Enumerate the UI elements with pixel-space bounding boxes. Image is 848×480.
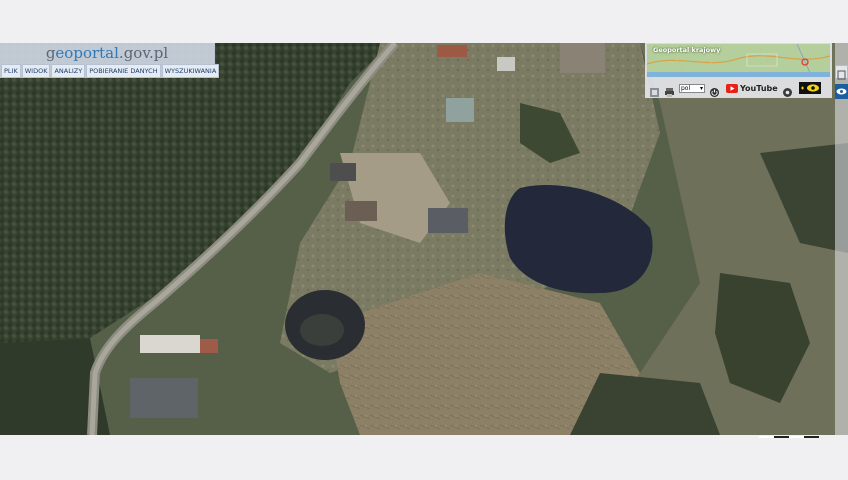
youtube-icon bbox=[726, 83, 738, 93]
eye-icon bbox=[836, 88, 847, 95]
scale-bar bbox=[759, 424, 819, 438]
logo-text-domain: .gov.pl bbox=[118, 44, 169, 62]
toolbar: pol ▾ YouTube bbox=[645, 80, 832, 97]
layers-icon[interactable] bbox=[649, 83, 660, 97]
settings-icon[interactable] bbox=[782, 83, 793, 97]
overview-title: Geoportal krajowy bbox=[653, 46, 721, 54]
menu-item-view[interactable]: WIDOK bbox=[21, 64, 51, 78]
language-value: pol bbox=[681, 84, 691, 92]
orthophoto-imagery bbox=[0, 43, 848, 435]
chevron-down-icon: ▾ bbox=[699, 84, 703, 92]
overview-panel: Geoportal krajowy pol ▾ YouTube bbox=[645, 43, 832, 98]
visibility-button[interactable] bbox=[835, 84, 848, 99]
logo-text-portal: portal bbox=[73, 44, 119, 62]
logo-text-g: g bbox=[45, 44, 56, 62]
eye-toggle-button[interactable] bbox=[798, 82, 821, 94]
print-icon[interactable] bbox=[664, 83, 675, 97]
menu-item-search[interactable]: WYSZUKIWANIA bbox=[161, 64, 220, 78]
menu-item-file[interactable]: PLIK bbox=[1, 64, 21, 78]
expand-icon bbox=[837, 70, 846, 80]
side-toolbar bbox=[835, 43, 848, 435]
youtube-label: YouTube bbox=[740, 83, 778, 93]
youtube-link[interactable]: YouTube bbox=[726, 83, 778, 93]
language-select[interactable]: pol ▾ bbox=[679, 83, 705, 93]
expand-button[interactable] bbox=[835, 65, 848, 80]
menu-item-analysis[interactable]: ANALIZY bbox=[51, 64, 86, 78]
power-icon[interactable] bbox=[709, 83, 720, 97]
geoportal-logo[interactable]: geoportal.gov.pl bbox=[0, 44, 214, 62]
menu-item-download-data[interactable]: POBIERANIE DANYCH bbox=[86, 64, 161, 78]
eye-icon bbox=[800, 84, 819, 92]
geoportal-header: geoportal.gov.pl PLIK WIDOK ANALIZY POBI… bbox=[0, 43, 220, 78]
aerial-map[interactable] bbox=[0, 43, 848, 435]
logo-text-eo: eo bbox=[55, 44, 74, 62]
overview-map[interactable]: Geoportal krajowy bbox=[647, 44, 830, 77]
main-menu: PLIK WIDOK ANALIZY POBIERANIE DANYCH WYS… bbox=[0, 64, 220, 78]
